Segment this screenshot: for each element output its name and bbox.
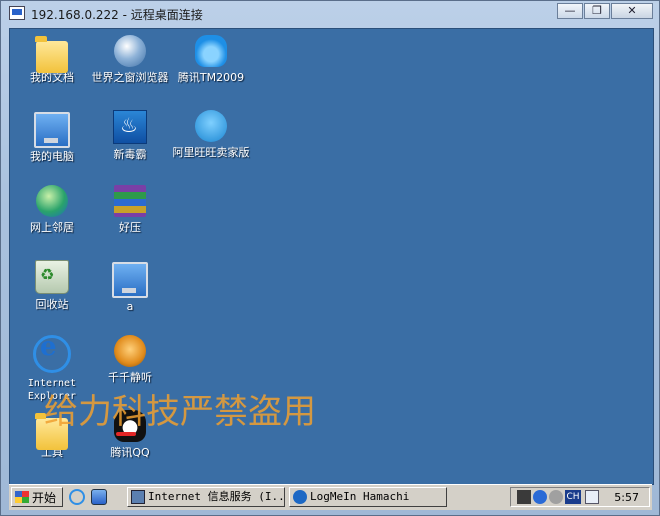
folder-documents-icon — [35, 36, 68, 73]
volume-icon[interactable] — [517, 490, 531, 504]
desktop-icon-internet-explorer[interactable]: Internet Explorer — [13, 332, 91, 403]
desktop-icon-tools[interactable]: 工具 — [13, 410, 91, 459]
restore-button[interactable]: ❐ — [584, 3, 610, 19]
language-indicator[interactable]: CH — [565, 490, 581, 504]
remote-desktop-area[interactable]: 我的文档 世界之窗浏览器 腾讯TM2009 我的电脑 新毒霸 阿里旺旺卖家版 网… — [9, 28, 654, 485]
title-bar[interactable]: 192.168.0.222 - 远程桌面连接 — ❐ ✕ — [1, 1, 659, 27]
desktop-icon-label: Internet Explorer — [27, 378, 77, 402]
desktop-icon-label: 网上邻居 — [30, 221, 74, 234]
hamachi-icon — [293, 490, 307, 504]
desktop-icon-network-places[interactable]: 网上邻居 — [13, 185, 91, 234]
minimize-button[interactable]: — — [557, 3, 583, 19]
aliwangwang-icon — [195, 110, 227, 142]
taskbar-button-iis[interactable]: Internet 信息服务 (I... — [127, 487, 285, 507]
iis-icon — [131, 490, 145, 504]
ttplayer-icon — [114, 335, 146, 367]
close-button[interactable]: ✕ — [611, 3, 653, 19]
desktop-icon-label: a — [126, 300, 134, 313]
quicklaunch-ie-icon[interactable] — [69, 489, 85, 505]
start-label: 开始 — [32, 491, 57, 505]
desktop-icon-label: 回收站 — [35, 298, 69, 311]
shortcut-computer-icon — [112, 262, 148, 298]
taskbar: 开始 Internet 信息服务 (I... LogMeIn Hamachi C… — [9, 484, 652, 510]
my-computer-icon — [34, 112, 70, 148]
network-places-icon — [36, 185, 68, 217]
window-controls: — ❐ ✕ — [556, 3, 653, 21]
desktop-icon-label: 好压 — [119, 221, 141, 234]
tools-folder-icon — [35, 413, 68, 450]
tencent-tm-icon — [195, 35, 227, 67]
taskbar-button-label: LogMeIn Hamachi — [310, 490, 410, 503]
desktop-icon-my-computer[interactable]: 我的电脑 — [13, 110, 91, 163]
remote-desktop-app-icon — [9, 6, 25, 20]
internet-explorer-icon — [33, 332, 71, 373]
desktop-icon-a[interactable]: a — [91, 260, 169, 313]
desktop-icon-tencent-tm[interactable]: 腾讯TM2009 — [172, 35, 250, 84]
desktop-icon-label: 世界之窗浏览器 — [91, 71, 169, 84]
desktop-icon-qq[interactable]: 腾讯QQ — [91, 410, 169, 459]
qq-icon — [114, 410, 146, 442]
desktop-icon-haozip[interactable]: 好压 — [91, 185, 169, 234]
desktop-icon-label: 我的电脑 — [30, 150, 74, 163]
remote-desktop-window: 192.168.0.222 - 远程桌面连接 — ❐ ✕ 我的文档 世界之窗浏览… — [0, 0, 660, 516]
haozip-icon — [114, 185, 146, 217]
taskbar-button-label: Internet 信息服务 (I... — [148, 490, 285, 503]
world-browser-icon — [114, 35, 146, 67]
desktop-icon-world-browser[interactable]: 世界之窗浏览器 — [91, 35, 169, 84]
desktop-icon-label: 腾讯QQ — [110, 446, 150, 459]
window-title: 192.168.0.222 - 远程桌面连接 — [31, 8, 203, 22]
start-button[interactable]: 开始 — [11, 487, 63, 507]
taskbar-button-hamachi[interactable]: LogMeIn Hamachi — [289, 487, 447, 507]
recycle-bin-icon — [35, 260, 69, 294]
network-tray-icon[interactable] — [549, 490, 563, 504]
desktop-icon-ttplayer[interactable]: 千千静听 — [91, 335, 169, 384]
system-tray: CH 5:57 — [510, 487, 650, 507]
desktop-icon-duba[interactable]: 新毒霸 — [91, 110, 169, 161]
desktop-icon-aliwangwang[interactable]: 阿里旺旺卖家版 — [172, 110, 250, 159]
clock[interactable]: 5:57 — [614, 490, 639, 506]
desktop-icon-label: 阿里旺旺卖家版 — [172, 146, 250, 159]
windows-flag-icon — [15, 491, 29, 503]
security-tray-icon[interactable] — [585, 490, 599, 504]
desktop-icon-recycle-bin[interactable]: 回收站 — [13, 260, 91, 311]
desktop-icon-label: 腾讯TM2009 — [177, 71, 245, 84]
quicklaunch-show-desktop-icon[interactable] — [91, 489, 107, 505]
desktop-icon-my-documents[interactable]: 我的文档 — [13, 35, 91, 84]
desktop-icon-label: 新毒霸 — [113, 148, 147, 161]
hamachi-tray-icon[interactable] — [533, 490, 547, 504]
desktop-icon-label: 千千静听 — [108, 371, 152, 384]
duba-antivirus-icon — [113, 110, 147, 144]
